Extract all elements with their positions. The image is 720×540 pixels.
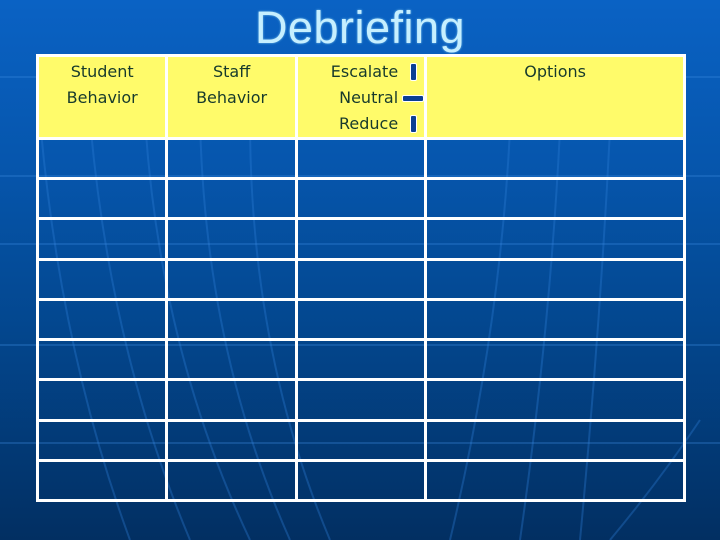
header-options: Options bbox=[424, 54, 686, 140]
table-cell[interactable] bbox=[294, 458, 428, 503]
table-row bbox=[35, 217, 686, 261]
table-cell[interactable] bbox=[165, 338, 298, 382]
table-cell[interactable] bbox=[294, 177, 428, 221]
table-cell[interactable] bbox=[424, 297, 686, 342]
table-cell[interactable] bbox=[424, 136, 686, 181]
table-cell[interactable] bbox=[294, 136, 428, 181]
table-cell[interactable] bbox=[35, 257, 169, 301]
table-row bbox=[35, 378, 686, 422]
header-rating: Escalate Neutral Reduce bbox=[294, 54, 428, 140]
table-cell[interactable] bbox=[294, 418, 428, 462]
table-cell[interactable] bbox=[35, 418, 169, 462]
table-cell[interactable] bbox=[165, 297, 298, 342]
table-cell[interactable] bbox=[294, 257, 428, 301]
table-cell[interactable] bbox=[165, 378, 298, 422]
table-cell[interactable] bbox=[165, 257, 298, 301]
table-cell[interactable] bbox=[424, 378, 686, 422]
table-row bbox=[35, 297, 686, 342]
header-student-behavior: Student Behavior bbox=[35, 54, 169, 140]
table-cell[interactable] bbox=[424, 177, 686, 221]
table-cell[interactable] bbox=[35, 338, 169, 382]
table-cell[interactable] bbox=[294, 338, 428, 382]
table-cell[interactable] bbox=[35, 136, 169, 181]
table-cell[interactable] bbox=[424, 458, 686, 503]
table-cell[interactable] bbox=[294, 217, 428, 261]
down-arrow-icon bbox=[402, 115, 424, 133]
table-cell[interactable] bbox=[424, 257, 686, 301]
table-cell[interactable] bbox=[35, 378, 169, 422]
rating-neutral: Neutral bbox=[298, 85, 425, 111]
header-row: Student Behavior Staff Behavior Escalate… bbox=[35, 54, 686, 140]
table-row bbox=[35, 177, 686, 221]
up-arrow-icon bbox=[402, 63, 424, 81]
table-cell[interactable] bbox=[165, 418, 298, 462]
table-body bbox=[35, 136, 686, 503]
table-row bbox=[35, 338, 686, 382]
page-title: Debriefing bbox=[254, 2, 466, 53]
table-row bbox=[35, 418, 686, 462]
table-row bbox=[35, 257, 686, 301]
table-cell[interactable] bbox=[294, 378, 428, 422]
table-cell[interactable] bbox=[424, 418, 686, 462]
table-cell[interactable] bbox=[294, 297, 428, 342]
debriefing-table: Student Behavior Staff Behavior Escalate… bbox=[35, 54, 686, 503]
table-cell[interactable] bbox=[165, 217, 298, 261]
rating-escalate: Escalate bbox=[298, 59, 424, 85]
table-cell[interactable] bbox=[35, 297, 169, 342]
table-row bbox=[35, 458, 686, 503]
table-cell[interactable] bbox=[424, 217, 686, 261]
rating-reduce: Reduce bbox=[298, 111, 424, 137]
table-cell[interactable] bbox=[165, 136, 298, 181]
table-cell[interactable] bbox=[35, 458, 169, 503]
header-staff-behavior: Staff Behavior bbox=[165, 54, 298, 140]
table-cell[interactable] bbox=[424, 338, 686, 382]
table-cell[interactable] bbox=[35, 217, 169, 261]
table-cell[interactable] bbox=[35, 177, 169, 221]
table-cell[interactable] bbox=[165, 177, 298, 221]
table-row bbox=[35, 136, 686, 181]
left-right-arrow-icon bbox=[402, 94, 425, 102]
table-cell[interactable] bbox=[165, 458, 298, 503]
